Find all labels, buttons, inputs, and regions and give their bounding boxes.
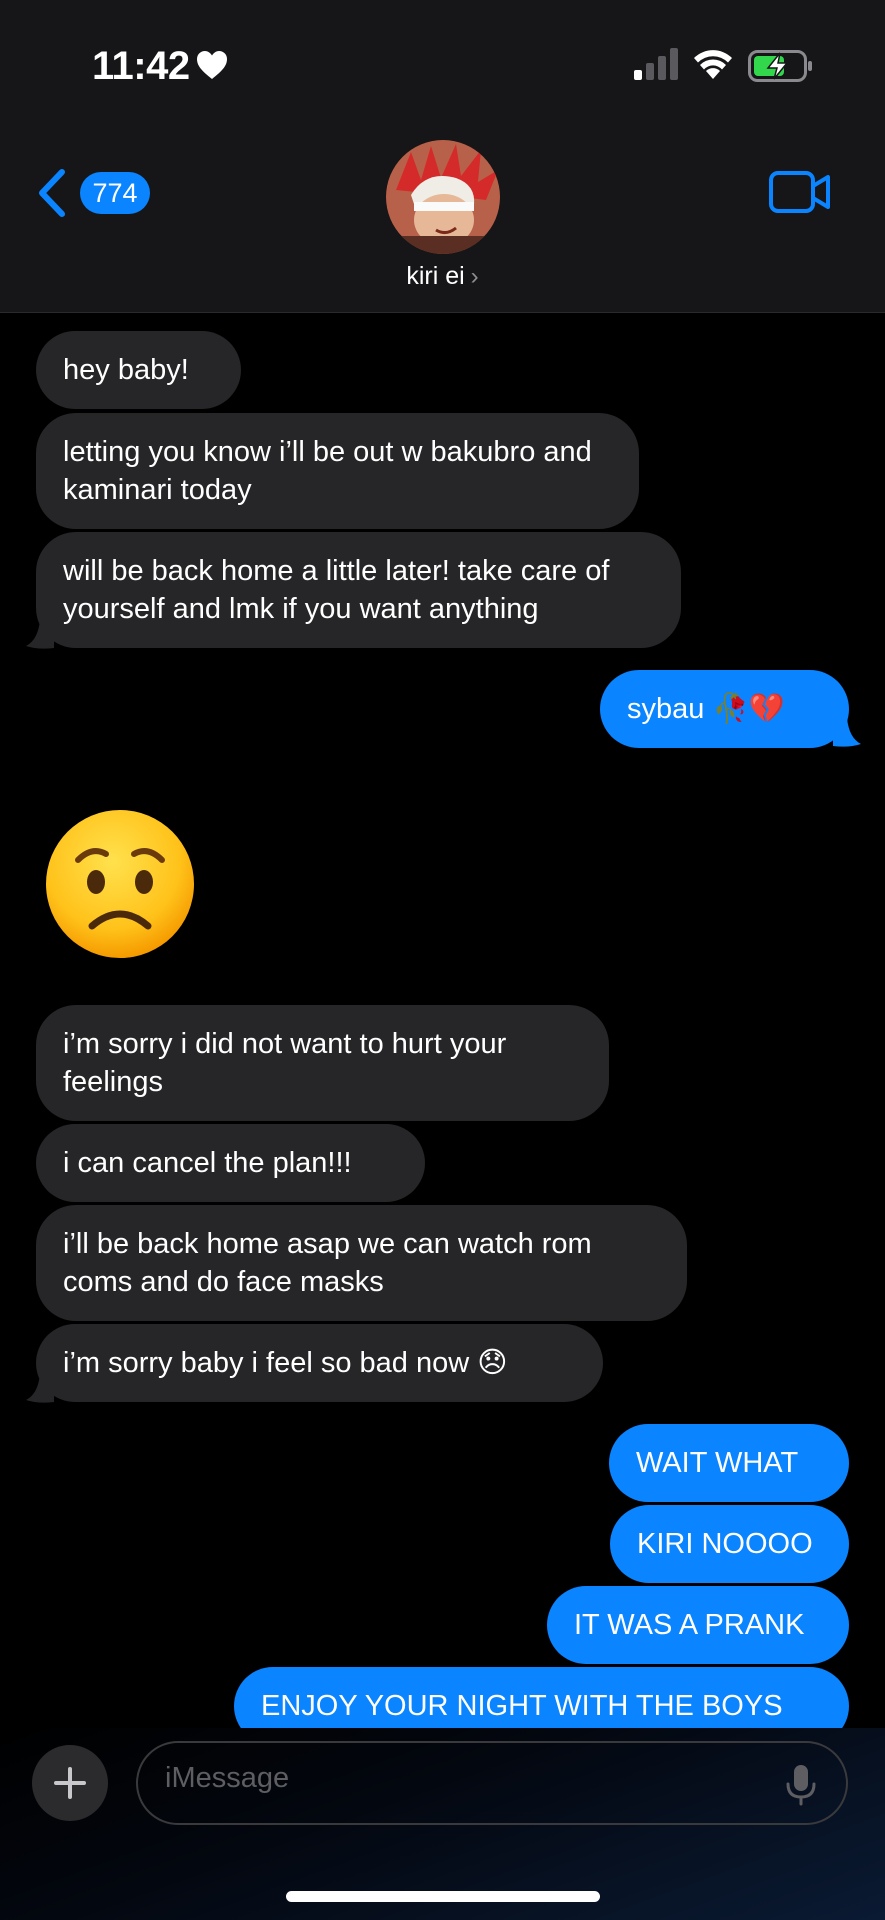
message-text: i’m sorry i did not want to hurt your fe… bbox=[63, 1028, 507, 1098]
contact-avatar[interactable] bbox=[386, 140, 500, 254]
message-bubble-outgoing[interactable]: KIRI NOOOO bbox=[610, 1505, 849, 1583]
message-text: KIRI NOOOO bbox=[637, 1528, 813, 1560]
bubble-tail bbox=[833, 718, 861, 747]
message-bubble-outgoing[interactable]: sybau 🥀💔 bbox=[600, 670, 849, 748]
bubble-tail bbox=[26, 1374, 54, 1403]
unread-count-badge[interactable]: 774 bbox=[80, 172, 150, 214]
video-camera-icon[interactable] bbox=[769, 170, 831, 214]
add-attachment-button[interactable] bbox=[32, 1745, 108, 1821]
message-text: letting you know i’ll be out w bakubro a… bbox=[63, 436, 592, 506]
message-text: i’m sorry baby i feel so bad now 😞 bbox=[63, 1347, 508, 1379]
message-bubble-incoming[interactable]: hey baby! bbox=[36, 331, 241, 409]
message-text: i can cancel the plan!!! bbox=[63, 1147, 352, 1179]
bubble-tail bbox=[26, 620, 54, 649]
cellular-signal-icon bbox=[634, 48, 678, 80]
message-bubble-outgoing[interactable]: WAIT WHAT bbox=[609, 1424, 849, 1502]
message-input-placeholder: iMessage bbox=[165, 1762, 290, 1794]
heart-icon bbox=[197, 51, 227, 79]
message-bubble-incoming[interactable]: letting you know i’ll be out w bakubro a… bbox=[36, 413, 639, 529]
message-text: sybau 🥀💔 bbox=[627, 693, 785, 725]
wifi-icon bbox=[694, 50, 732, 79]
home-indicator[interactable] bbox=[286, 1891, 600, 1902]
message-text: will be back home a little later! take c… bbox=[63, 555, 610, 625]
contact-name: kiri ei bbox=[406, 262, 465, 290]
microphone-icon[interactable] bbox=[786, 1764, 816, 1806]
message-bubble-incoming[interactable]: i can cancel the plan!!! bbox=[36, 1124, 425, 1202]
message-text: WAIT WHAT bbox=[636, 1447, 799, 1479]
message-bubble-incoming[interactable]: i’m sorry baby i feel so bad now 😞 bbox=[36, 1324, 603, 1402]
message-bubble-incoming[interactable]: i’m sorry i did not want to hurt your fe… bbox=[36, 1005, 609, 1121]
contact-name-row[interactable]: kiri ei › bbox=[0, 262, 885, 291]
worried-face-emoji[interactable] bbox=[44, 808, 196, 960]
contact-chevron-icon: › bbox=[470, 263, 479, 290]
message-text: hey baby! bbox=[63, 354, 189, 386]
plus-icon bbox=[54, 1767, 86, 1799]
back-chevron-icon[interactable] bbox=[34, 168, 68, 218]
message-bubble-incoming[interactable]: i’ll be back home asap we can watch rom … bbox=[36, 1205, 687, 1321]
message-text: IT WAS A PRANK bbox=[574, 1609, 805, 1641]
battery-charging-icon bbox=[748, 50, 812, 82]
message-bubble-incoming[interactable]: will be back home a little later! take c… bbox=[36, 532, 681, 648]
message-bubble-outgoing[interactable]: IT WAS A PRANK bbox=[547, 1586, 849, 1664]
message-text: ENJOY YOUR NIGHT WITH THE BOYS bbox=[261, 1690, 783, 1722]
status-time: 11:42 bbox=[92, 44, 190, 88]
message-text: i’ll be back home asap we can watch rom … bbox=[63, 1228, 592, 1298]
